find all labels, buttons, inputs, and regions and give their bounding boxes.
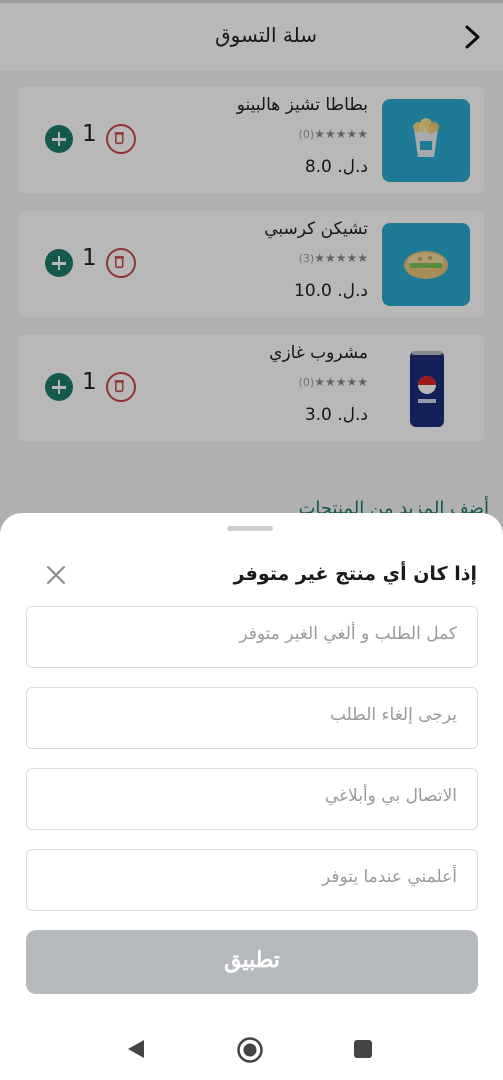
system-nav-bar <box>0 1018 503 1080</box>
nav-back-icon[interactable] <box>126 1038 146 1060</box>
unavailable-options-sheet: إذا كان أي منتج غير متوفر كمل الطلب و أل… <box>0 513 503 1080</box>
option-call-me[interactable]: الاتصال بي وأبلاغي <box>26 768 478 830</box>
drag-handle[interactable] <box>227 526 273 531</box>
option-notify-me[interactable]: أعلمني عندما يتوفر <box>26 849 478 911</box>
sheet-title: إذا كان أي منتج غير متوفر <box>233 563 477 585</box>
option-label: الاتصال بي وأبلاغي <box>325 786 457 806</box>
nav-recents-icon[interactable] <box>354 1040 372 1058</box>
close-icon[interactable] <box>42 561 70 589</box>
option-label: كمل الطلب و ألغي الغير متوفر <box>239 624 457 644</box>
option-continue-order[interactable]: كمل الطلب و ألغي الغير متوفر <box>26 606 478 668</box>
option-cancel-order[interactable]: يرجى إلغاء الطلب <box>26 687 478 749</box>
nav-home-icon[interactable] <box>236 1036 264 1064</box>
apply-button-label: تطبيق <box>224 947 280 972</box>
apply-button[interactable]: تطبيق <box>26 930 478 994</box>
option-label: يرجى إلغاء الطلب <box>329 705 457 725</box>
option-label: أعلمني عندما يتوفر <box>321 867 457 887</box>
